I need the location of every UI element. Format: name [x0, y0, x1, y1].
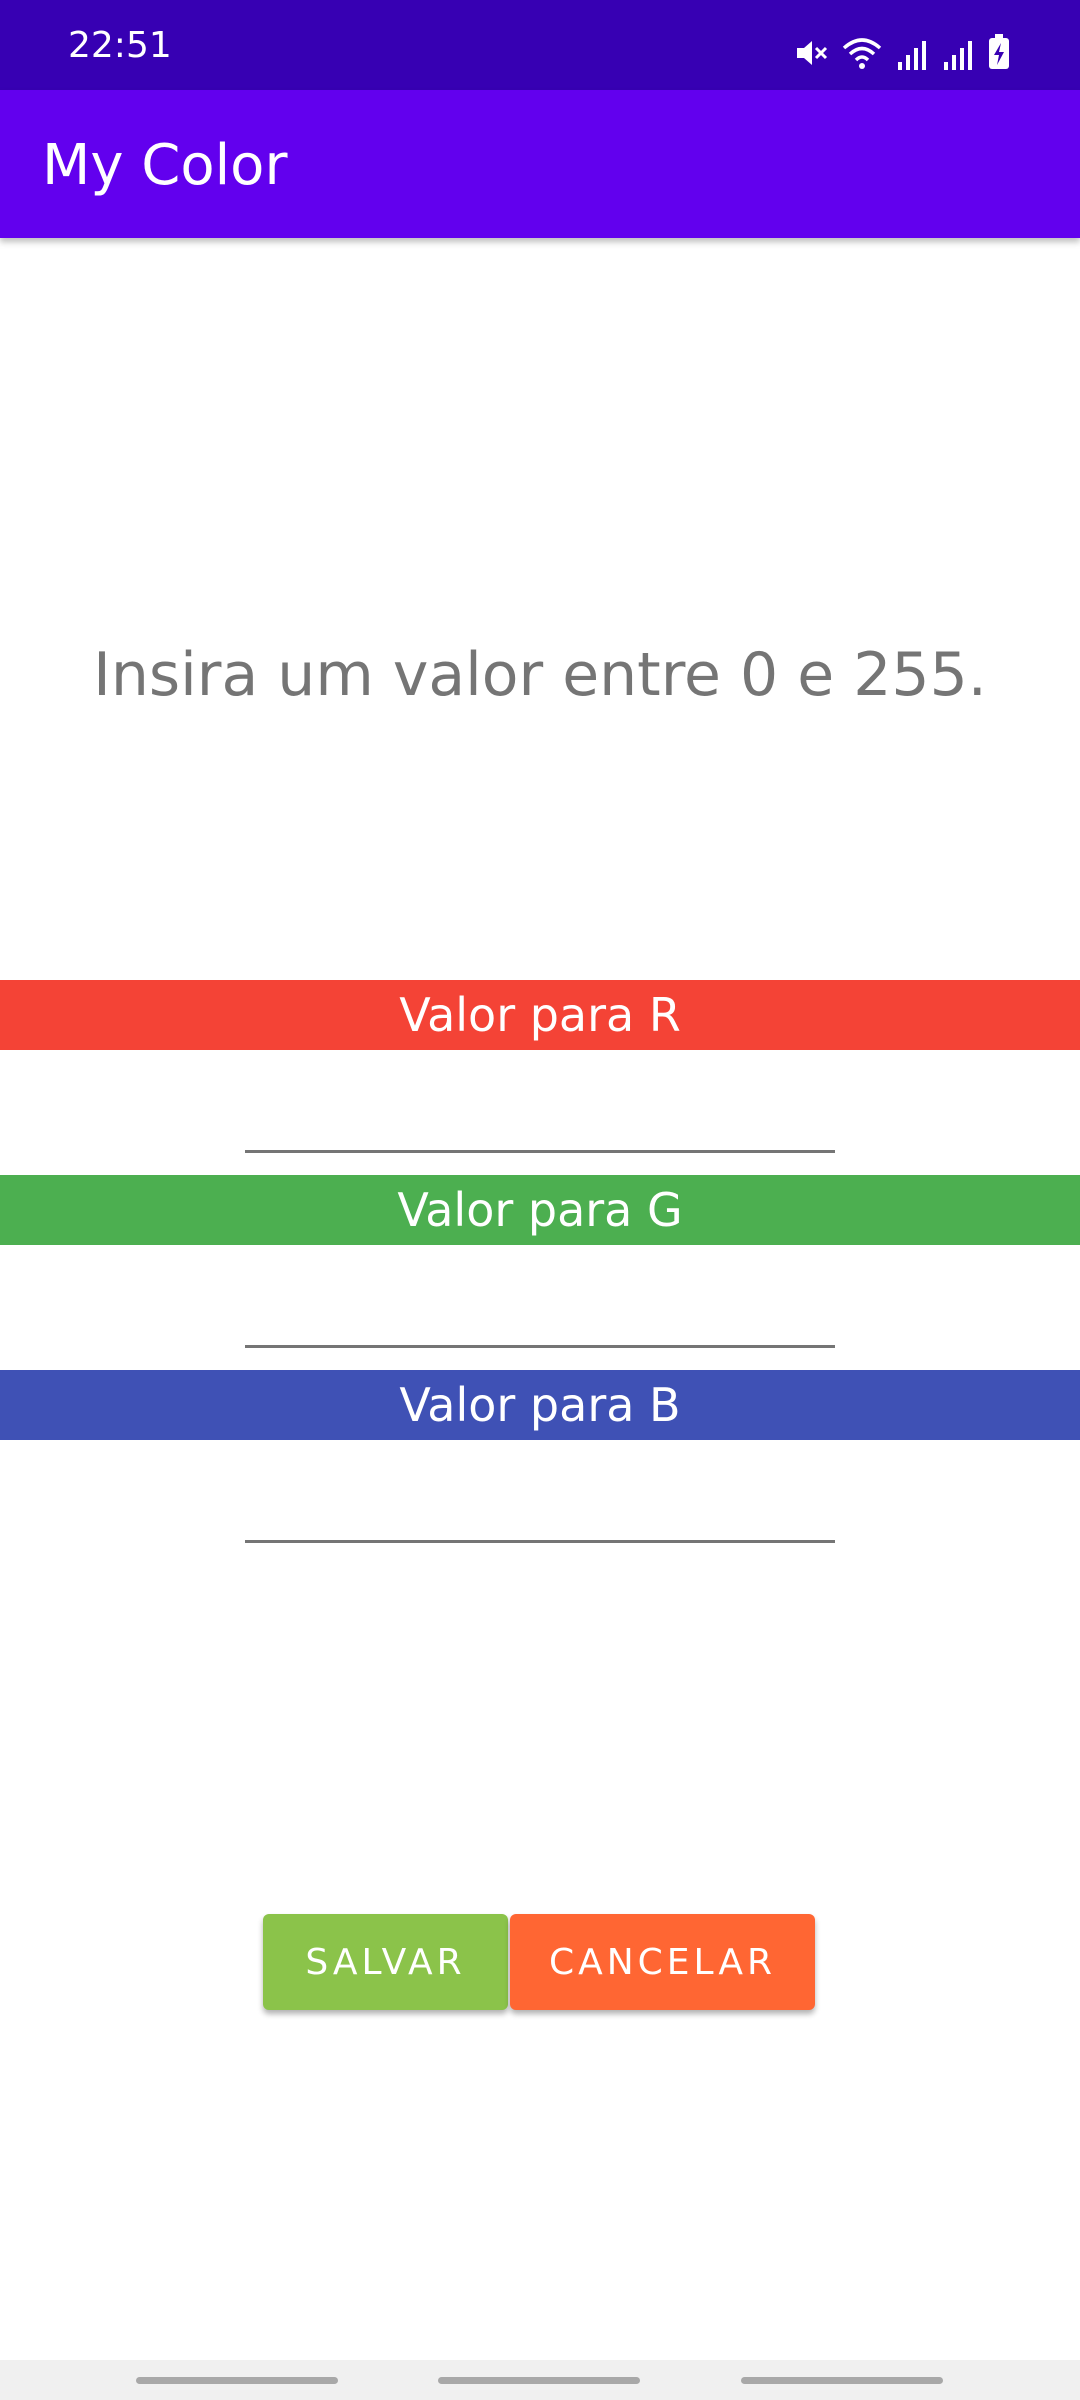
- recents-gesture-handle[interactable]: [136, 2377, 338, 2384]
- green-value-input[interactable]: [245, 1278, 835, 1348]
- status-bar: 22:51: [0, 0, 1080, 90]
- mute-icon: [794, 36, 828, 70]
- red-value-label: Valor para R: [0, 980, 1080, 1050]
- cancel-button[interactable]: CANCELAR: [510, 1914, 815, 2010]
- home-gesture-handle[interactable]: [438, 2377, 640, 2384]
- wifi-icon: [842, 36, 882, 70]
- app-title: My Color: [42, 133, 288, 198]
- back-gesture-handle[interactable]: [741, 2377, 943, 2384]
- blue-value-label: Valor para B: [0, 1370, 1080, 1440]
- red-value-input[interactable]: [245, 1083, 835, 1153]
- status-icons: [794, 30, 1010, 70]
- blue-value-input[interactable]: [245, 1473, 835, 1543]
- navigation-bar: [0, 2360, 1080, 2400]
- signal-icon: [942, 40, 974, 70]
- save-button[interactable]: SALVAR: [263, 1914, 508, 2010]
- status-time: 22:51: [68, 25, 172, 66]
- instructions-text: Insira um valor entre 0 e 255.: [93, 640, 987, 710]
- signal-icon: [896, 40, 928, 70]
- app-bar: My Color: [0, 90, 1080, 238]
- battery-charging-icon: [988, 34, 1010, 70]
- green-value-label: Valor para G: [0, 1175, 1080, 1245]
